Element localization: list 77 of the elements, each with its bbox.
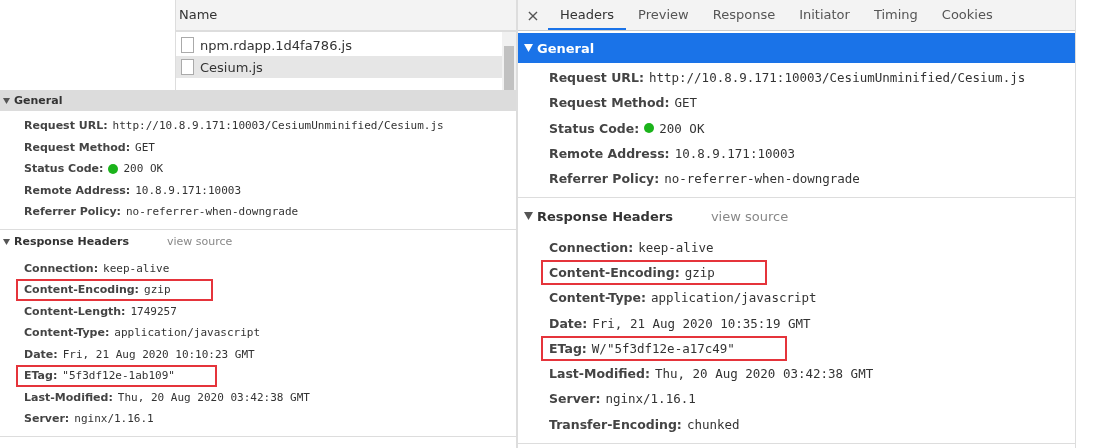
view-source-link[interactable]: view source: [167, 235, 233, 248]
header-value: GET: [674, 95, 698, 111]
header-value: Fri, 21 Aug 2020 10:10:23 GMT: [62, 347, 255, 361]
file-icon: [181, 59, 194, 75]
header-name: Transfer-Encoding:: [549, 416, 682, 432]
header-name: Date:: [549, 315, 588, 331]
header-value: application/javascript: [114, 326, 261, 340]
header-value: Thu, 20 Aug 2020 03:42:38 GMT: [654, 366, 874, 382]
header-value: nginx/1.16.1: [605, 391, 696, 407]
header-name: Server:: [549, 391, 601, 407]
status-dot: [108, 163, 119, 174]
header-value: http://10.8.9.171:10003/CesiumUnminified/Cesium.js: [648, 70, 1026, 86]
scrollbar[interactable]: [502, 32, 516, 90]
section-title[interactable]: General: [537, 40, 595, 56]
header-name: Last-Modified:: [24, 390, 113, 404]
header-value: Thu, 20 Aug 2020 03:42:38 GMT: [117, 390, 310, 404]
header-value: gzip: [684, 264, 715, 280]
caret-icon[interactable]: [524, 44, 533, 52]
header-name: Referrer Policy:: [24, 205, 121, 219]
header-value: 10.8.9.171:10003: [135, 183, 242, 197]
file-row[interactable]: Cesium.js: [176, 56, 502, 78]
header-name: Server:: [24, 412, 70, 426]
header-name: Connection:: [549, 239, 634, 255]
header-value: nginx/1.16.1: [74, 412, 154, 426]
header-value: 200 OK: [123, 162, 164, 176]
header-name: Connection:: [24, 261, 99, 275]
tab[interactable]: Cookies: [929, 0, 1005, 30]
header-name: Last-Modified:: [549, 366, 650, 382]
file-row[interactable]: npm.rdapp.1d4fa786.js: [176, 34, 502, 56]
header-name: Status Code:: [24, 162, 104, 176]
tab[interactable]: Initiator: [787, 0, 862, 30]
caret-icon[interactable]: [524, 212, 533, 221]
status-dot: [644, 123, 655, 134]
header-value: Fri, 21 Aug 2020 10:35:19 GMT: [592, 315, 811, 331]
header-value: GET: [135, 140, 155, 154]
section-title[interactable]: Response Headers: [537, 209, 673, 224]
header-name: Content-Encoding:: [24, 283, 139, 297]
header-name: Date:: [24, 347, 58, 361]
header-value: chunked: [686, 416, 740, 432]
header-name: Request Method:: [549, 95, 670, 111]
header-value: keep-alive: [638, 239, 714, 255]
tab[interactable]: Preview: [626, 0, 701, 30]
header-value: 10.8.9.171:10003: [674, 146, 796, 162]
header-name: Remote Address:: [549, 146, 670, 162]
file-icon: [181, 37, 194, 53]
caret-icon[interactable]: [3, 238, 10, 245]
header-value: gzip: [144, 283, 171, 297]
header-name: Content-Type:: [24, 326, 110, 340]
view-source-link[interactable]: view source: [710, 209, 789, 224]
header-name: Request Method:: [24, 140, 131, 154]
header-name: Content-Type:: [549, 290, 646, 306]
header-name: Request URL:: [24, 119, 108, 133]
header-name: Status Code:: [549, 120, 640, 136]
caret-icon[interactable]: [3, 97, 10, 104]
section-title[interactable]: Response Headers: [14, 235, 129, 248]
header-name: Referrer Policy:: [549, 171, 660, 187]
column-header[interactable]: Name: [176, 0, 516, 32]
header-value: keep-alive: [103, 261, 170, 275]
section-title[interactable]: General: [14, 94, 63, 107]
close-button[interactable]: ×: [518, 0, 548, 30]
header-name: ETag:: [549, 340, 587, 356]
tab[interactable]: Timing: [861, 0, 930, 30]
header-value: application/javascript: [650, 290, 817, 306]
header-name: Content-Length:: [24, 304, 126, 318]
header-value: no-referrer-when-downgrade: [126, 205, 299, 219]
header-value: no-referrer-when-downgrade: [664, 171, 860, 187]
header-name: ETag:: [24, 369, 58, 383]
header-name: Request URL:: [549, 70, 644, 86]
header-value: 1749257: [130, 304, 177, 318]
header-name: Content-Encoding:: [549, 264, 680, 280]
header-value: 200 OK: [659, 120, 705, 136]
tab[interactable]: Headers: [548, 0, 627, 30]
header-name: Remote Address:: [24, 183, 131, 197]
tab[interactable]: Response: [700, 0, 788, 30]
header-value: W/"5f3df12e-a17c49": [591, 340, 735, 356]
header-value: http://10.8.9.171:10003/CesiumUnminified/Cesium.js: [112, 119, 444, 133]
header-value: "5f3df12e-1ab109": [62, 369, 175, 383]
